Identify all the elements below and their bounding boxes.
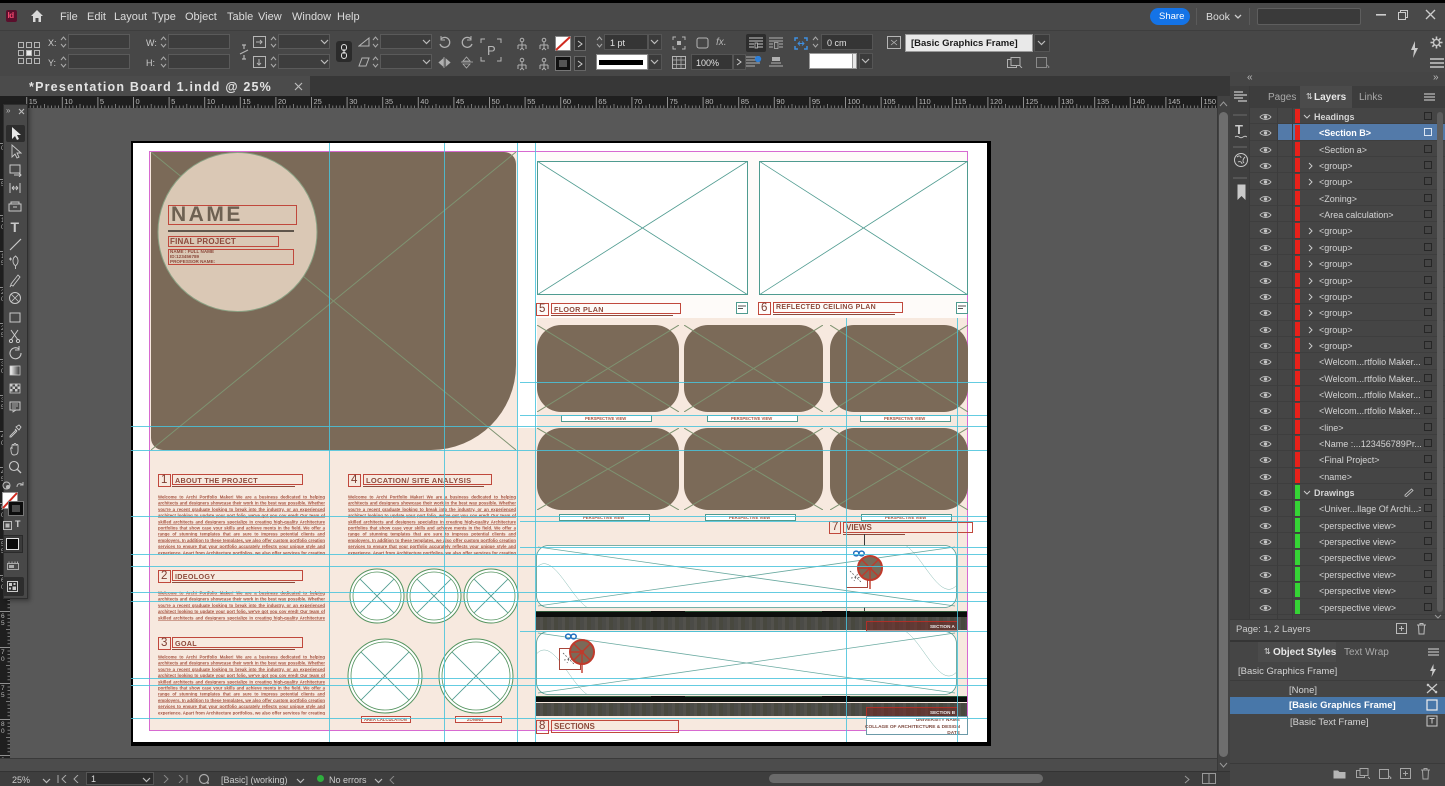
svg-text:T: T <box>1235 122 1243 137</box>
svg-text:T: T <box>11 219 20 234</box>
